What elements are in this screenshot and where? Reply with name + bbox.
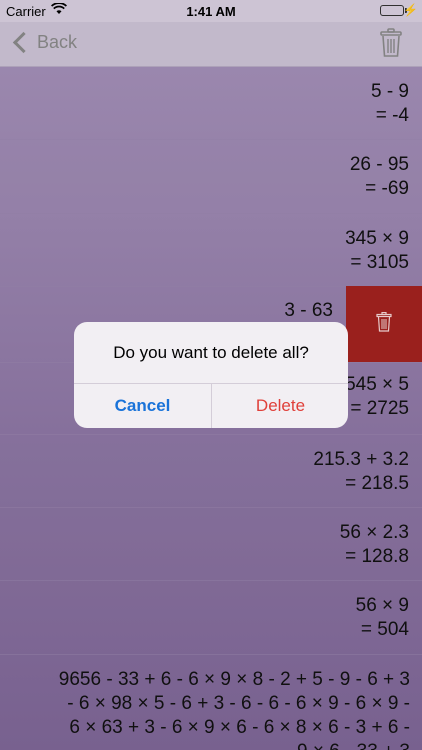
calculator-history-screen: Carrier 1:41 AM ⚡ Back 5 - 9 = -4 26 - 9… [0, 0, 422, 750]
delete-button[interactable]: Delete [212, 384, 348, 428]
alert-message: Do you want to delete all? [113, 343, 309, 362]
cancel-button[interactable]: Cancel [74, 384, 211, 428]
delete-all-alert: Do you want to delete all? Cancel Delete [74, 322, 348, 428]
